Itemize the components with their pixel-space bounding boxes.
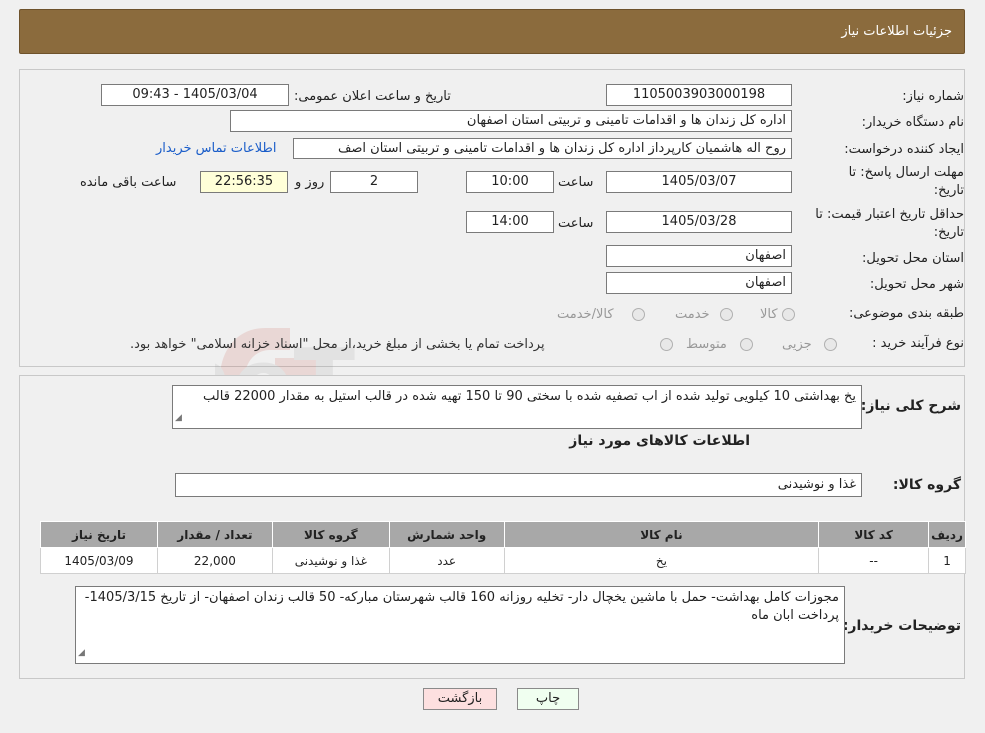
category-service-radio[interactable] [720, 308, 733, 321]
category-goods-service-radio[interactable] [632, 308, 645, 321]
days-remaining-field: 2 [330, 171, 418, 193]
deadline-hour-label: ساعت [558, 175, 594, 190]
province-field: اصفهان [606, 245, 792, 267]
cell-code: -- [818, 547, 930, 574]
deadline-time-field: 10:00 [466, 171, 554, 193]
category-goods-radio[interactable] [782, 308, 795, 321]
validity-hour-label: ساعت [558, 216, 594, 231]
buyer-contact-link[interactable]: اطلاعات تماس خریدار [156, 141, 276, 156]
category-goods-label: کالا [760, 307, 778, 322]
remaining-time-label: ساعت باقی مانده [80, 175, 177, 190]
remaining-time-field: 22:56:35 [200, 171, 288, 193]
days-label: روز و [295, 175, 325, 190]
col-group: گروه کالا [271, 521, 390, 548]
deadline-label: مهلت ارسال پاسخ: تا [848, 165, 964, 180]
buyer-notes-label: توضیحات خریدار: [842, 618, 961, 634]
announce-field: 1405/03/04 - 09:43 [101, 84, 289, 106]
announce-label: تاریخ و ساعت اعلان عمومی: [294, 89, 451, 104]
resize-grip-icon[interactable]: ◢ [78, 644, 85, 662]
resize-grip-icon[interactable]: ◢ [175, 409, 182, 427]
category-goods-service-label: کالا/خدمت [557, 307, 614, 322]
page-header: جزئیات اطلاعات نیاز [19, 9, 965, 54]
col-name: نام کالا [503, 521, 820, 548]
deadline-label-date: تاریخ: [933, 183, 964, 198]
back-button[interactable]: بازگشت [423, 688, 497, 710]
province-label: استان محل تحویل: [862, 251, 964, 266]
process-minor-label: جزیی [782, 337, 812, 352]
validity-label: حداقل تاریخ اعتبار قیمت: تا [815, 207, 964, 222]
col-need-date: تاریخ نیاز [40, 521, 158, 548]
validity-label-date: تاریخ: [933, 225, 964, 240]
page-title: جزئیات اطلاعات نیاز [841, 24, 952, 39]
col-code: کد کالا [818, 521, 930, 548]
cell-quantity: 22,000 [156, 547, 273, 574]
need-number-field: 1105003903000198 [606, 84, 792, 106]
need-info-panel: AriaTender.neT شماره نیاز: 1105003903000… [19, 69, 965, 435]
treasury-checkbox[interactable] [660, 338, 673, 351]
goods-table-header: ردیف کد کالا نام کالا واحد شمارش گروه کا… [40, 521, 966, 548]
summary-textarea[interactable]: یخ بهداشتی 10 کیلویی تولید شده از اب تصف… [172, 385, 862, 429]
need-details-panel: شرح کلی نیاز: یخ بهداشتی 10 کیلویی تولید… [19, 375, 966, 679]
buyer-org-field: اداره کل زندان ها و اقدامات تامینی و ترب… [230, 110, 792, 132]
city-label: شهر محل تحویل: [869, 277, 964, 292]
validity-date-field: 1405/03/28 [606, 211, 792, 233]
col-quantity: تعداد / مقدار [156, 521, 273, 548]
category-service-label: خدمت [675, 307, 710, 322]
buyer-org-label: نام دستگاه خریدار: [861, 115, 964, 130]
col-unit: واحد شمارش [388, 521, 505, 548]
buyer-notes-textarea[interactable]: مجوزات کامل بهداشت- حمل با ماشین یخچال د… [75, 586, 845, 664]
goods-group-field: غذا و نوشیدنی [175, 473, 862, 497]
summary-label: شرح کلی نیاز: [860, 398, 961, 414]
summary-text: یخ بهداشتی 10 کیلویی تولید شده از اب تصف… [203, 389, 856, 404]
cell-row: 1 [928, 547, 966, 574]
category-label: طبقه بندی موضوعی: [848, 306, 964, 321]
creator-field: روح اله هاشمیان کارپرداز اداره کل زندان … [293, 138, 792, 159]
table-row: 1 -- یخ عدد غذا و نوشیدنی 22,000 1405/03… [40, 547, 966, 574]
process-label: نوع فرآیند خرید : [872, 336, 964, 351]
col-row: ردیف [928, 521, 966, 548]
goods-info-title: اطلاعات کالاهای مورد نیاز [569, 433, 750, 449]
treasury-note: پرداخت تمام یا بخشی از مبلغ خرید،از محل … [130, 337, 545, 352]
need-number-label: شماره نیاز: [902, 89, 964, 104]
buyer-notes-text: مجوزات کامل بهداشت- حمل با ماشین یخچال د… [84, 590, 839, 623]
cell-group: غذا و نوشیدنی [271, 547, 390, 574]
validity-time-field: 14:00 [466, 211, 554, 233]
deadline-date-field: 1405/03/07 [606, 171, 792, 193]
goods-group-label: گروه کالا: [892, 477, 961, 493]
cell-need-date: 1405/03/09 [40, 547, 158, 574]
process-minor-radio[interactable] [824, 338, 837, 351]
creator-label: ایجاد کننده درخواست: [844, 142, 964, 157]
cell-unit: عدد [388, 547, 505, 574]
process-medium-label: متوسط [686, 337, 727, 352]
cell-name: یخ [503, 547, 820, 574]
process-medium-radio[interactable] [740, 338, 753, 351]
city-field: اصفهان [606, 272, 792, 294]
print-button[interactable]: چاپ [517, 688, 579, 710]
goods-table: ردیف کد کالا نام کالا واحد شمارش گروه کا… [40, 521, 966, 574]
